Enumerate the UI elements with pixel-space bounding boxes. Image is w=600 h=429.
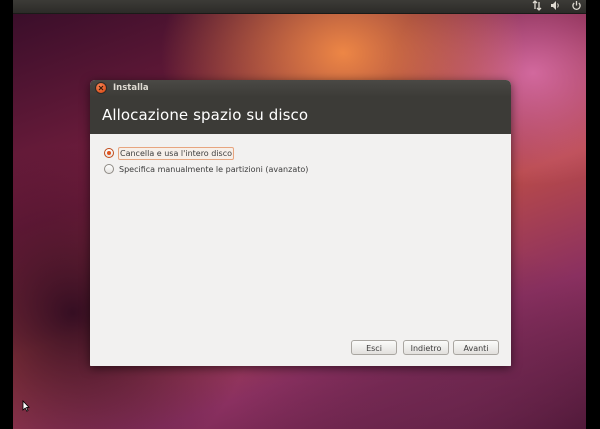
option-erase-disk-label[interactable]: Cancella e usa l'intero disco: [118, 146, 235, 160]
back-button[interactable]: Indietro: [403, 340, 449, 355]
page-header: Allocazione spazio su disco: [90, 97, 511, 134]
speaker-icon[interactable]: [550, 0, 561, 13]
window-title: Installa: [113, 83, 149, 93]
quit-button[interactable]: Esci: [351, 340, 397, 355]
option-erase-disk[interactable]: Cancella e usa l'intero disco: [104, 146, 235, 160]
installer-window: Installa Allocazione spazio su disco Can…: [90, 80, 511, 366]
page-title: Allocazione spazio su disco: [102, 106, 309, 124]
radio-manual-partition[interactable]: [104, 164, 114, 174]
option-manual-partition-label[interactable]: Specifica manualmente le partizioni (ava…: [118, 164, 309, 175]
top-panel: [13, 0, 586, 14]
power-icon[interactable]: [571, 0, 582, 13]
close-icon[interactable]: [96, 83, 106, 93]
radio-erase-disk[interactable]: [104, 148, 114, 158]
window-titlebar[interactable]: Installa: [90, 80, 511, 97]
next-button[interactable]: Avanti: [453, 340, 499, 355]
option-manual-partition[interactable]: Specifica manualmente le partizioni (ava…: [104, 162, 309, 176]
mouse-pointer-icon: [22, 397, 30, 416]
network-arrows-icon[interactable]: [532, 0, 542, 13]
screen: Installa Allocazione spazio su disco Can…: [0, 0, 600, 429]
content-area: Cancella e usa l'intero disco Specifica …: [90, 134, 511, 366]
